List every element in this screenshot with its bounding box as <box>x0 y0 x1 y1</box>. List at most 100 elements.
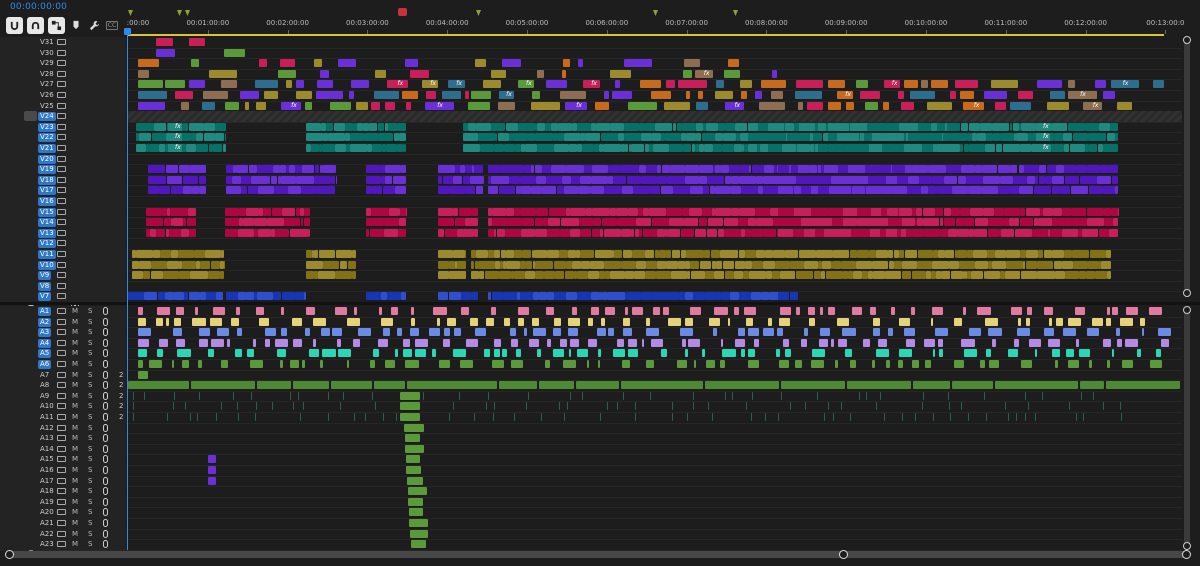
clip[interactable] <box>1021 122 1036 131</box>
clip[interactable] <box>214 133 225 142</box>
track-output-icon[interactable] <box>57 382 66 389</box>
audio-clip[interactable] <box>689 307 701 315</box>
clip[interactable] <box>747 218 756 227</box>
clip[interactable] <box>513 271 525 280</box>
clip[interactable] <box>938 250 946 258</box>
clip[interactable] <box>931 175 944 184</box>
clip[interactable] <box>967 186 982 195</box>
clip[interactable] <box>683 218 699 227</box>
clip[interactable] <box>488 292 491 301</box>
clip[interactable] <box>931 122 937 131</box>
mute-button[interactable]: M <box>72 339 78 348</box>
clip[interactable] <box>220 271 224 280</box>
clip[interactable] <box>806 228 814 237</box>
clip[interactable] <box>759 101 785 110</box>
audio-clip[interactable] <box>880 391 882 400</box>
clip[interactable] <box>959 91 974 99</box>
clip[interactable] <box>577 186 589 195</box>
clip[interactable] <box>219 260 224 269</box>
clip[interactable] <box>350 144 367 152</box>
clip[interactable] <box>1103 144 1118 152</box>
mute-button[interactable]: M <box>72 455 78 464</box>
clip[interactable] <box>399 133 406 142</box>
solo-button[interactable]: S <box>88 360 92 369</box>
audio-clip[interactable] <box>938 338 943 347</box>
clip[interactable] <box>1015 133 1028 142</box>
clip[interactable] <box>873 165 884 174</box>
clip[interactable] <box>1049 91 1065 99</box>
track-output-icon[interactable] <box>57 509 66 516</box>
clip[interactable] <box>438 207 454 216</box>
timeline-settings-button[interactable] <box>87 18 101 32</box>
clip[interactable] <box>173 292 184 301</box>
clip[interactable] <box>791 165 798 174</box>
audio-clip[interactable] <box>1141 328 1145 337</box>
audio-clip[interactable] <box>1024 413 1026 421</box>
clip[interactable] <box>296 175 314 184</box>
audio-clip[interactable] <box>211 338 224 347</box>
lock-icon[interactable] <box>28 488 34 504</box>
clip[interactable] <box>626 175 641 184</box>
audio-clip[interactable] <box>712 328 718 337</box>
audio-clip[interactable] <box>370 360 376 368</box>
clip[interactable] <box>494 133 497 142</box>
clip[interactable] <box>349 91 355 99</box>
clip[interactable] <box>976 133 986 142</box>
clip[interactable] <box>944 218 955 227</box>
clip[interactable] <box>898 250 904 258</box>
clip[interactable] <box>1063 133 1072 142</box>
clip[interactable] <box>715 133 723 142</box>
timeline-marker[interactable] <box>476 10 481 16</box>
clip[interactable]: fx <box>694 69 713 78</box>
clip[interactable] <box>483 80 502 89</box>
clip[interactable] <box>257 165 273 174</box>
clip[interactable] <box>970 271 983 280</box>
clip[interactable] <box>718 122 725 131</box>
track-lane[interactable]: fx <box>128 69 1182 80</box>
clip[interactable] <box>823 228 838 237</box>
clip[interactable] <box>651 133 662 142</box>
solo-button[interactable]: S <box>88 381 92 390</box>
clip[interactable] <box>148 165 165 174</box>
clip[interactable] <box>607 292 625 301</box>
solo-button[interactable]: S <box>88 413 92 422</box>
audio-clip[interactable] <box>439 360 451 368</box>
audio-clip[interactable] <box>552 349 565 358</box>
clip[interactable] <box>784 250 798 258</box>
lock-icon[interactable] <box>28 103 34 118</box>
clip[interactable] <box>762 228 777 237</box>
audio-clip[interactable] <box>899 317 910 326</box>
clip[interactable] <box>705 292 715 301</box>
clip[interactable] <box>442 175 453 184</box>
audio-clip[interactable] <box>171 360 175 368</box>
clip[interactable] <box>306 260 324 269</box>
clip[interactable] <box>242 218 254 227</box>
clip[interactable] <box>671 271 688 280</box>
clip[interactable] <box>1071 218 1088 227</box>
audio-clip[interactable] <box>185 402 187 411</box>
clip[interactable] <box>915 207 923 216</box>
audio-clip[interactable] <box>1015 413 1017 421</box>
clip[interactable] <box>610 69 632 78</box>
clip[interactable] <box>681 228 695 237</box>
clip[interactable] <box>568 144 577 152</box>
clip[interactable] <box>849 250 857 258</box>
clip[interactable]: fx <box>725 101 744 110</box>
clip[interactable] <box>213 144 223 152</box>
clip[interactable] <box>463 133 479 142</box>
clip[interactable] <box>143 292 158 301</box>
audio-clip[interactable] <box>166 413 168 421</box>
clip[interactable] <box>488 186 498 195</box>
clip[interactable] <box>749 165 752 174</box>
audio-clip[interactable] <box>1112 349 1115 358</box>
clip[interactable] <box>502 292 512 301</box>
clip[interactable] <box>566 165 584 174</box>
audio-clip[interactable] <box>1066 349 1075 358</box>
audio-clip[interactable] <box>660 349 668 358</box>
clip[interactable] <box>592 165 608 174</box>
track-name[interactable]: A13 <box>38 434 56 443</box>
audio-clip[interactable] <box>257 381 291 390</box>
audio-clip[interactable] <box>292 381 329 390</box>
microphone-icon[interactable] <box>103 434 108 443</box>
audio-clip[interactable] <box>321 328 330 337</box>
